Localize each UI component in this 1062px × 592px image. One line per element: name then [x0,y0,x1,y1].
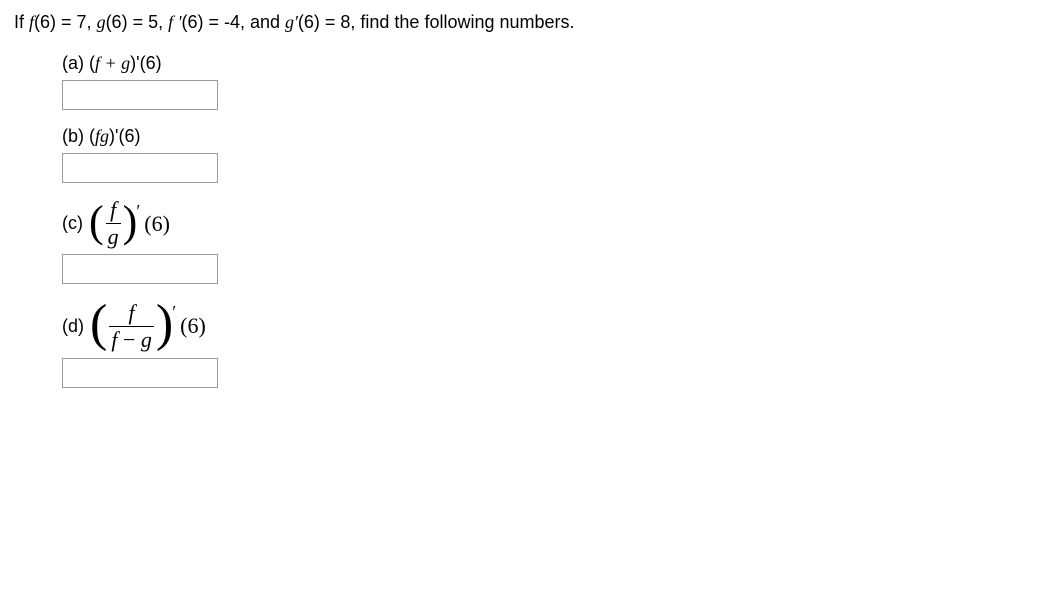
part-b-after: )'(6) [109,126,140,147]
left-paren-icon: ( [89,200,104,244]
intro-g: g [97,12,106,32]
part-a: (a) (f + g)'(6) [62,53,1048,110]
part-c-expr: ( f g ) ′ (6) [89,199,170,248]
right-paren-icon: ) [123,200,138,244]
answer-input-a[interactable] [62,80,218,110]
part-b-lbl: (b) ( [62,126,95,147]
answer-input-b[interactable] [62,153,218,183]
frac-d-den-minus: − [117,327,140,352]
intro-fp: f ' [168,12,181,32]
answer-input-d[interactable] [62,358,218,388]
fraction-c: f g [106,199,121,248]
part-b: (b) (fg)'(6) [62,126,1048,183]
arg-c: (6) [144,211,170,237]
part-a-after: )'(6) [130,53,161,74]
problem-statement: If f(6) = 7, g(6) = 5, f '(6) = -4, and … [14,12,1048,33]
part-d-label: (d) ( f f − g ) ′ (6) [62,300,1048,352]
intro-gp: g' [285,12,298,32]
left-paren-icon: ( [90,298,107,350]
part-a-lbl: (a) ( [62,53,95,74]
frac-c-den: g [106,223,121,248]
part-d-lbl: (d) [62,316,84,337]
answer-input-c[interactable] [62,254,218,284]
frac-c-num: f [108,199,118,223]
part-c: (c) ( f g ) ′ (6) [62,199,1048,284]
part-a-inner: f + g [95,53,130,74]
part-b-inner: fg [95,126,109,147]
frac-d-den-g: g [141,327,152,352]
parts-container: (a) (f + g)'(6) (b) (fg)'(6) (c) ( f g )… [14,53,1048,388]
intro-text: If [14,12,29,32]
part-c-label: (c) ( f g ) ′ (6) [62,199,1048,248]
part-d: (d) ( f f − g ) ′ (6) [62,300,1048,388]
part-c-lbl: (c) [62,213,83,234]
frac-d-num: f [127,302,137,326]
fraction-d: f f − g [109,302,154,351]
intro-eq2: (6) = 5, [106,12,169,32]
part-a-label: (a) (f + g)'(6) [62,53,1048,74]
intro-eq3: (6) = -4, and [181,12,285,32]
frac-d-den: f − g [109,326,154,351]
part-b-label: (b) (fg)'(6) [62,126,1048,147]
part-d-expr: ( f f − g ) ′ (6) [90,300,206,352]
right-paren-icon: ) [156,298,173,350]
intro-eq1: (6) = 7, [34,12,97,32]
intro-eq4: (6) = 8, find the following numbers. [298,12,575,32]
arg-d: (6) [180,313,206,339]
